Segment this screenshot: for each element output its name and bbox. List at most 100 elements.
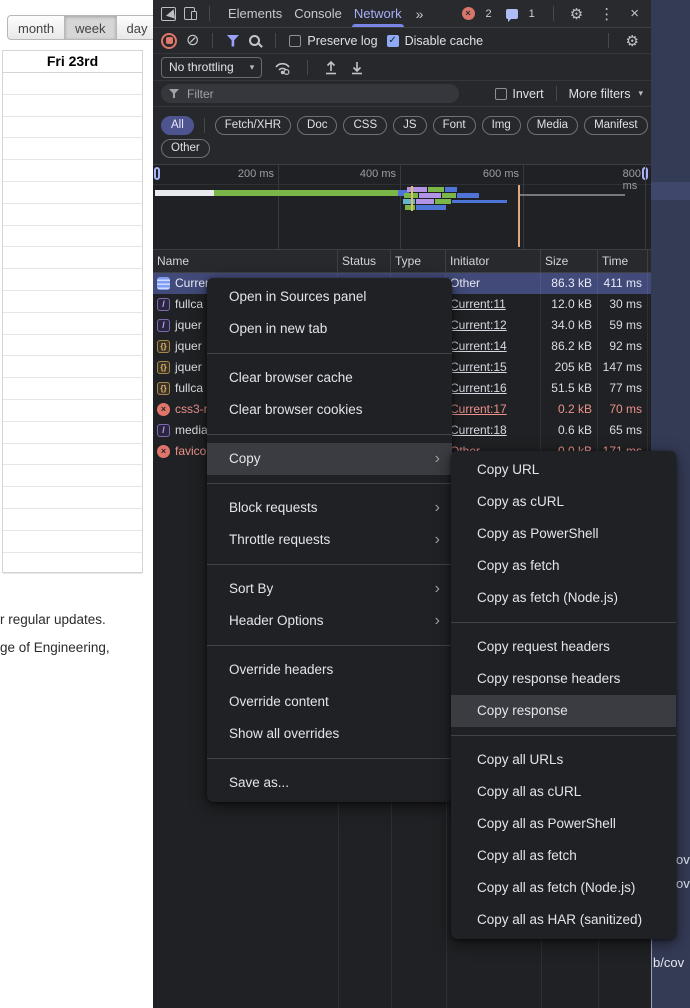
kebab-menu-icon[interactable]: ⋮ [595, 5, 618, 23]
initiator-link[interactable]: Current:18 [450, 423, 507, 437]
script-icon: / [157, 298, 170, 311]
menu-item-throttle-requests[interactable]: Throttle requests› [207, 524, 452, 556]
filter-chip-other[interactable]: Other [161, 139, 210, 158]
column-header-initiator[interactable]: Initiator [446, 250, 541, 272]
tab-elements[interactable]: Elements [222, 0, 288, 27]
more-tabs-icon[interactable]: » [416, 6, 424, 22]
close-icon[interactable]: × [626, 5, 643, 22]
menu-item-open-in-new-tab[interactable]: Open in new tab [207, 313, 452, 345]
filter-chip-all[interactable]: All [161, 116, 194, 135]
throttling-select[interactable]: No throttling ▾ [161, 57, 262, 78]
menu-item-save-as[interactable]: Save as... [207, 767, 452, 799]
column-header-name[interactable]: Name [153, 250, 338, 272]
network-overview-timeline[interactable]: 200 ms400 ms600 ms800 ms [153, 165, 651, 250]
filter-chip-fetch-xhr[interactable]: Fetch/XHR [215, 116, 291, 135]
submenu-item-copy-as-curl[interactable]: Copy as cURL [451, 486, 676, 518]
menu-item-header-options[interactable]: Header Options› [207, 605, 452, 637]
network-settings-gear-icon[interactable]: ⚙ [622, 32, 643, 50]
tab-console[interactable]: Console [288, 0, 348, 27]
calendar-view-button-month[interactable]: month [7, 15, 65, 40]
invert-checkbox[interactable] [495, 88, 507, 100]
column-header-status[interactable]: Status [338, 250, 391, 272]
preserve-log-label[interactable]: Preserve log [307, 34, 377, 48]
initiator-link[interactable]: Current:15 [450, 360, 507, 374]
submenu-item-copy-all-as-powershell[interactable]: Copy all as PowerShell [451, 808, 676, 840]
settings-gear-icon[interactable]: ⚙ [566, 5, 587, 23]
error-count[interactable]: 2 [486, 8, 492, 20]
network-conditions-icon[interactable] [274, 60, 291, 75]
filter-chip-css[interactable]: CSS [343, 116, 387, 135]
submenu-item-copy-all-urls[interactable]: Copy all URLs [451, 744, 676, 776]
filter-input[interactable] [185, 86, 451, 102]
error-badge-icon[interactable]: × [462, 7, 475, 20]
copy-submenu: Copy URLCopy as cURLCopy as PowerShellCo… [451, 451, 676, 939]
inspect-icon[interactable] [161, 7, 176, 21]
column-header-time[interactable]: Time [598, 250, 648, 272]
record-icon[interactable] [161, 33, 177, 49]
initiator-link[interactable]: Current:14 [450, 339, 507, 353]
submenu-item-copy-response-headers[interactable]: Copy response headers [451, 663, 676, 695]
calendar-slot [3, 269, 142, 291]
filter-chip-img[interactable]: Img [482, 116, 521, 135]
column-header-type[interactable]: Type [391, 250, 446, 272]
submenu-item-copy-all-as-curl[interactable]: Copy all as cURL [451, 776, 676, 808]
initiator-link[interactable]: Current:12 [450, 318, 507, 332]
message-bubble-icon[interactable] [506, 9, 518, 19]
menu-item-show-all-overrides[interactable]: Show all overrides [207, 718, 452, 750]
caret-down-icon[interactable]: ▾ [638, 88, 643, 99]
device-toolbar-icon[interactable] [184, 7, 197, 20]
initiator-link[interactable]: Current:17 [450, 402, 507, 416]
menu-item-override-headers[interactable]: Override headers [207, 654, 452, 686]
submenu-item-copy-all-as-har-sanitized[interactable]: Copy all as HAR (sanitized) [451, 904, 676, 936]
menu-item-clear-browser-cache[interactable]: Clear browser cache [207, 362, 452, 394]
filter-chip-js[interactable]: JS [393, 116, 426, 135]
menu-item-clear-browser-cookies[interactable]: Clear browser cookies [207, 394, 452, 426]
submenu-item-copy-as-powershell[interactable]: Copy as PowerShell [451, 518, 676, 550]
menu-item-copy[interactable]: Copy› [207, 443, 452, 475]
preserve-log-checkbox[interactable] [289, 35, 301, 47]
submenu-item-copy-all-as-fetch[interactable]: Copy all as fetch [451, 840, 676, 872]
submenu-item-copy-request-headers[interactable]: Copy request headers [451, 631, 676, 663]
filter-field[interactable] [161, 84, 459, 103]
divider [553, 6, 554, 21]
disable-cache-checkbox[interactable]: ✓ [387, 35, 399, 47]
message-count[interactable]: 1 [529, 8, 535, 20]
menu-item-sort-by[interactable]: Sort By› [207, 573, 452, 605]
submenu-item-copy-as-fetch-node-js[interactable]: Copy as fetch (Node.js) [451, 582, 676, 614]
submenu-item-copy-all-as-fetch-node-js[interactable]: Copy all as fetch (Node.js) [451, 872, 676, 904]
calendar-slot [3, 313, 142, 335]
menu-item-label: Copy all as cURL [477, 776, 664, 808]
filter-chip-doc[interactable]: Doc [297, 116, 337, 135]
filter-chip-manifest[interactable]: Manifest [584, 116, 647, 135]
filter-chip-font[interactable]: Font [433, 116, 476, 135]
calendar-slot [3, 465, 142, 487]
import-har-icon[interactable] [324, 60, 338, 75]
filter-toggle-icon[interactable] [226, 35, 239, 47]
submenu-item-copy-as-fetch[interactable]: Copy as fetch [451, 550, 676, 582]
clear-icon[interactable]: ⊘ [186, 33, 199, 49]
menu-item-override-content[interactable]: Override content [207, 686, 452, 718]
search-icon[interactable] [248, 34, 262, 48]
more-filters-button[interactable]: More filters [569, 87, 631, 101]
submenu-item-copy-url[interactable]: Copy URL [451, 454, 676, 486]
overview-left-handle[interactable] [154, 167, 160, 180]
calendar-slot [3, 400, 142, 422]
invert-label[interactable]: Invert [512, 87, 543, 101]
submenu-item-copy-response[interactable]: Copy response [451, 695, 676, 727]
script-icon: / [157, 424, 170, 437]
request-type-filters: All Fetch/XHR Doc CSS JS Font Img Media Manifest… [153, 107, 651, 165]
filter-chip-media[interactable]: Media [527, 116, 578, 135]
calendar-view-button-week[interactable]: week [64, 15, 116, 40]
calendar-view-switcher: monthweekday [7, 15, 158, 40]
export-har-icon[interactable] [350, 60, 364, 75]
initiator-link[interactable]: Current:11 [450, 297, 506, 311]
initiator-link[interactable]: Current:16 [450, 381, 507, 395]
background-column-divider [651, 938, 652, 1008]
disable-cache-label[interactable]: Disable cache [405, 34, 484, 48]
menu-item-block-requests[interactable]: Block requests› [207, 492, 452, 524]
menu-item-open-in-sources-panel[interactable]: Open in Sources panel [207, 281, 452, 313]
column-header-size[interactable]: Size [541, 250, 598, 272]
menu-item-label: Copy [229, 443, 435, 475]
calendar-slot [3, 553, 142, 575]
tab-network[interactable]: Network [348, 0, 408, 27]
